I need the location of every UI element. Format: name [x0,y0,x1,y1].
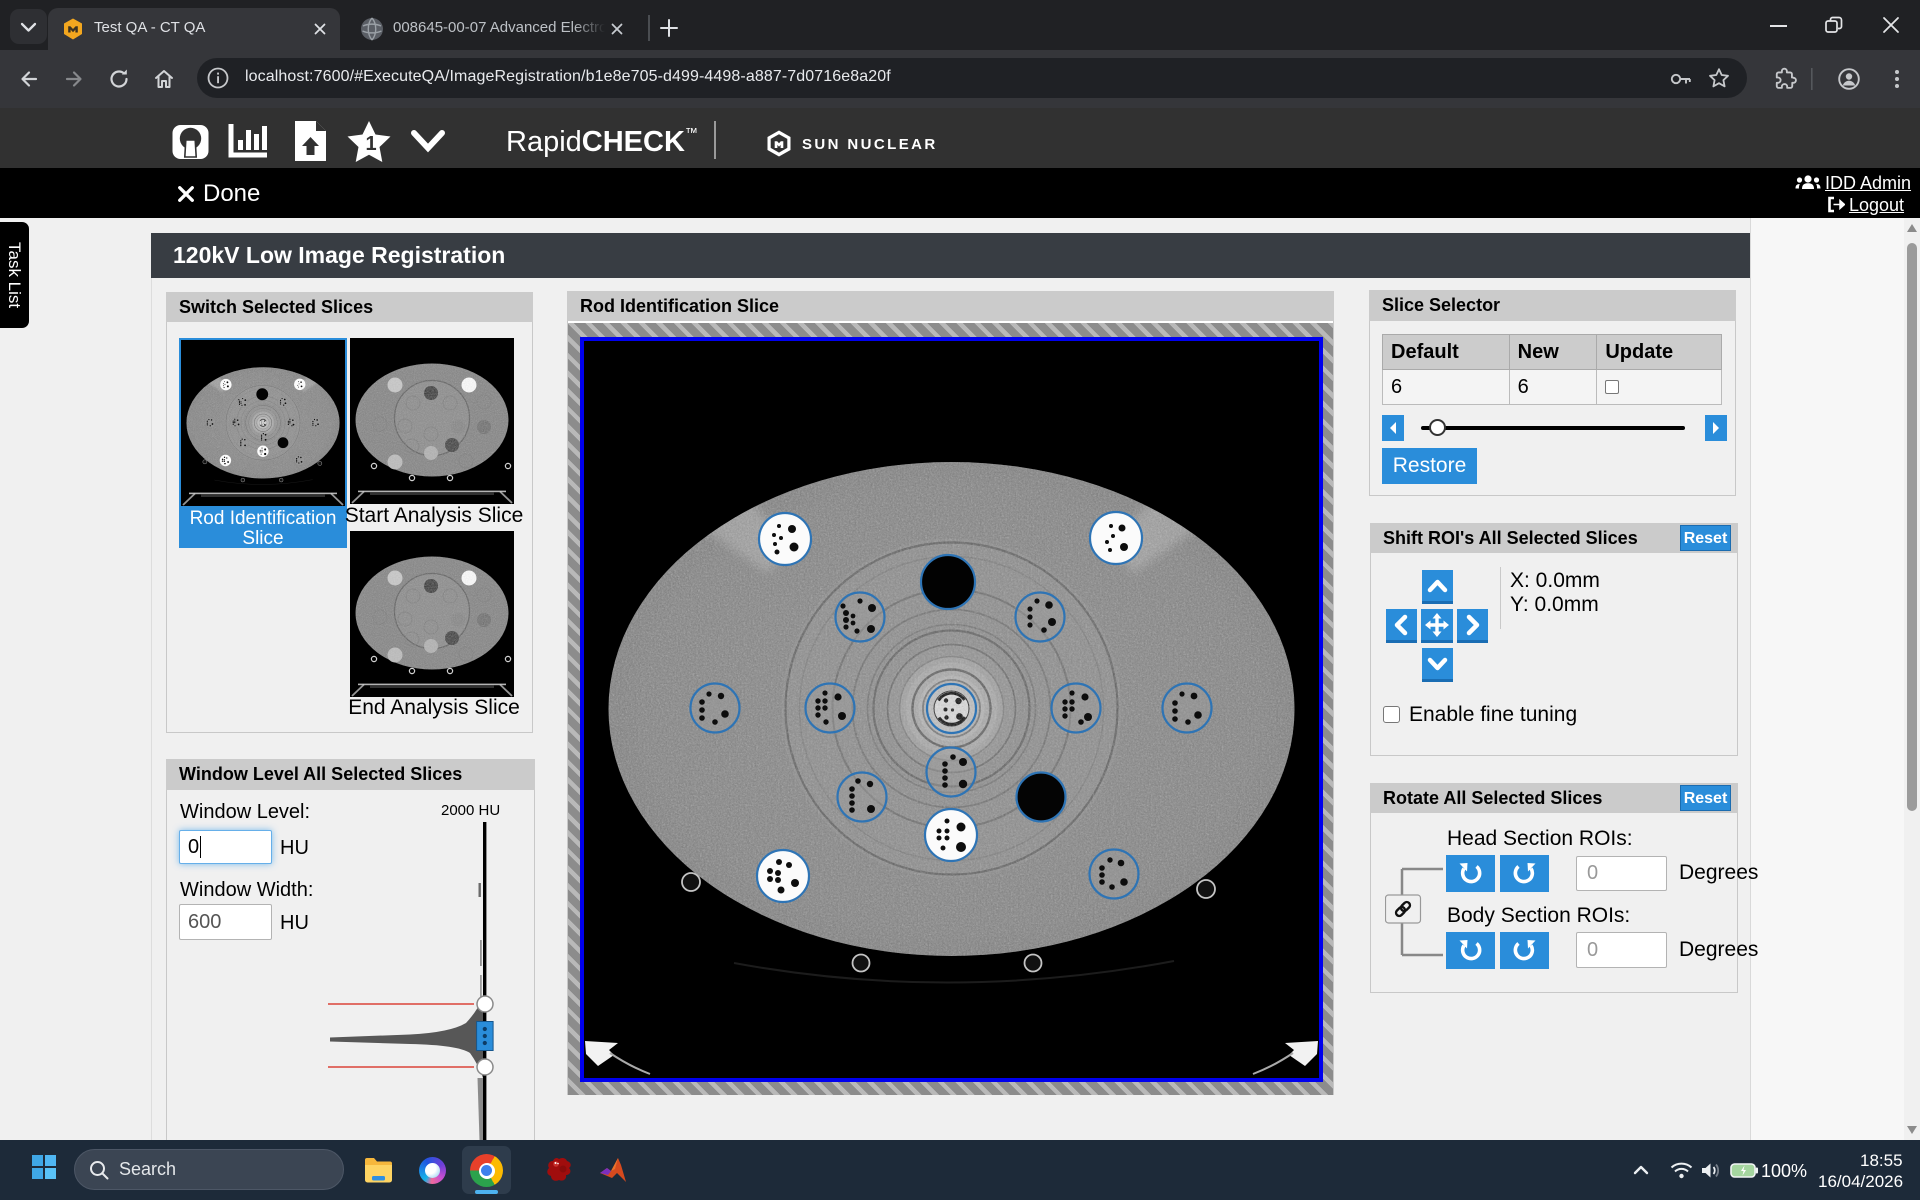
svg-text:1: 1 [365,133,376,155]
